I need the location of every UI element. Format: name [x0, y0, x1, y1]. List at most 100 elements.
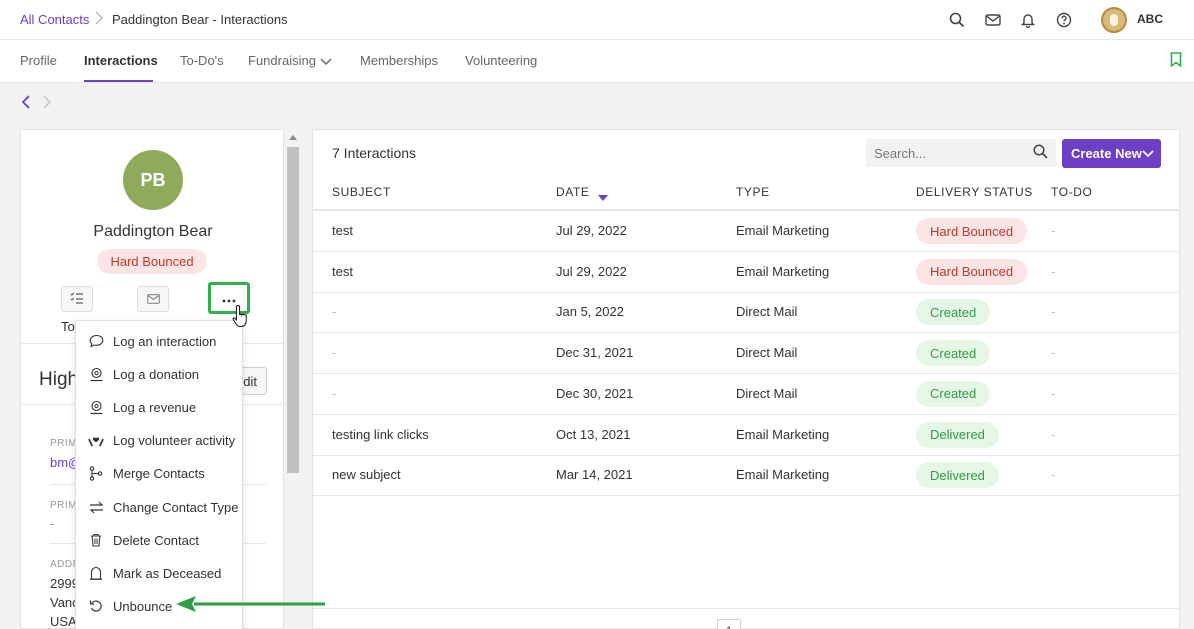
tab-memberships[interactable]: Memberships — [360, 53, 438, 68]
cell-subject: testing link clicks — [332, 426, 429, 442]
menu-item-label: Merge Contacts — [113, 465, 205, 481]
help-icon[interactable] — [1054, 10, 1074, 30]
cell-date: Mar 14, 2021 — [556, 467, 633, 483]
chevron-down-icon[interactable] — [320, 55, 332, 70]
tab-interactions[interactable]: Interactions — [84, 53, 158, 68]
column-header-date[interactable]: DATE — [556, 185, 590, 199]
breadcrumb-all-contacts[interactable]: All Contacts — [20, 12, 89, 27]
chevron-down-icon[interactable] — [1168, 10, 1178, 33]
cell-todo: - — [1051, 385, 1056, 401]
table-row[interactable]: - Dec 30, 2021 Direct Mail Created - — [313, 374, 1179, 415]
bell-icon[interactable] — [1018, 10, 1038, 30]
delivery-status-badge: Created — [916, 340, 991, 367]
menu-item-log-interaction[interactable]: Log an interaction — [76, 326, 244, 356]
volunteer-hands-icon — [88, 432, 104, 448]
menu-item-delete-contact[interactable]: Delete Contact — [76, 525, 244, 555]
table-row[interactable]: - Jan 5, 2022 Direct Mail Created - — [313, 292, 1179, 334]
column-header-subject[interactable]: SUBJECT — [332, 185, 391, 199]
cell-type: Email Marketing — [736, 467, 830, 483]
menu-item-label: Mark as Deceased — [113, 565, 222, 581]
breadcrumb-chevron-icon — [95, 11, 103, 28]
search-icon[interactable] — [1033, 144, 1048, 162]
contact-name: Paddington Bear — [93, 223, 213, 240]
menu-item-label: Log a donation — [113, 366, 200, 382]
create-new-label: Create New — [1071, 146, 1142, 161]
org-name[interactable]: ABC — [1137, 12, 1163, 26]
menu-item-log-donation[interactable]: Log a donation — [76, 359, 244, 389]
cell-date: Dec 30, 2021 — [556, 385, 634, 401]
tab-fundraising[interactable]: Fundraising — [248, 53, 316, 68]
table-row[interactable]: test Jul 29, 2022 Email Marketing Hard Boun… — [313, 252, 1179, 293]
cell-todo: - — [1051, 467, 1056, 483]
annotation-arrow-icon — [170, 594, 330, 617]
tab-todos[interactable]: To-Do's — [180, 53, 224, 68]
chevron-down-icon — [1142, 147, 1154, 162]
table-row[interactable]: test Jul 29, 2022 Email Marketing Hard Boun… — [313, 211, 1179, 252]
cell-type: Direct Mail — [736, 304, 798, 320]
scrollbar-thumb[interactable] — [287, 147, 299, 473]
org-avatar[interactable] — [1101, 7, 1127, 33]
contact-tabs: Profile Interactions To-Do's Fundraising… — [0, 40, 1194, 83]
menu-item-mark-deceased[interactable]: Mark as Deceased — [76, 558, 244, 588]
mail-icon[interactable] — [983, 10, 1003, 30]
column-header-todo[interactable]: TO-DO — [1051, 185, 1092, 199]
tab-volunteering[interactable]: Volunteering — [465, 53, 537, 68]
cell-todo: - — [1051, 223, 1056, 238]
menu-item-log-volunteer-activity[interactable]: Log volunteer activity — [76, 425, 244, 455]
revenue-icon — [88, 399, 104, 415]
forward-arrow-icon[interactable] — [43, 95, 52, 109]
add-todo-button[interactable] — [61, 286, 93, 312]
current-page[interactable]: 1 — [717, 619, 741, 629]
menu-item-label: Change Contact Type — [113, 499, 239, 515]
address-line-3: USA — [50, 614, 77, 629]
menu-item-change-contact-type[interactable]: Change Contact Type — [76, 492, 244, 522]
undo-icon — [88, 598, 104, 614]
breadcrumb-current: Paddington Bear - Interactions — [112, 12, 288, 27]
create-new-button[interactable]: Create New — [1062, 139, 1161, 168]
menu-item-label: Unbounce — [113, 598, 173, 614]
sort-desc-icon[interactable] — [598, 189, 608, 204]
search-input[interactable] — [866, 139, 1056, 167]
pagination: 1 — [313, 608, 1179, 629]
cell-type: Email Marketing — [736, 223, 830, 238]
search-icon[interactable] — [947, 10, 967, 30]
bookmark-icon[interactable] — [1170, 52, 1182, 70]
donation-icon — [88, 366, 104, 382]
contact-status-badge: Hard Bounced — [97, 249, 207, 274]
active-tab-indicator — [84, 80, 153, 82]
table-row[interactable]: new subject Mar 14, 2021 Email Marketing De… — [313, 455, 1179, 497]
trash-icon — [88, 532, 104, 548]
menu-item-log-revenue[interactable]: Log a revenue — [76, 392, 244, 422]
menu-item-label: Log volunteer activity — [113, 432, 236, 448]
cell-subject: - — [332, 345, 337, 361]
scroll-up-icon[interactable] — [289, 135, 297, 140]
column-header-type[interactable]: TYPE — [736, 185, 770, 199]
column-header-delivery-status[interactable]: DELIVERY STATUS — [916, 185, 1033, 199]
primary-phone-label: PRIM — [50, 500, 77, 511]
cell-type: Direct Mail — [736, 385, 798, 401]
left-panel-scrollbar[interactable] — [286, 129, 300, 629]
send-email-button[interactable] — [137, 286, 169, 312]
cell-date: Jul 29, 2022 — [556, 223, 627, 238]
table-row[interactable]: - Dec 31, 2021 Direct Mail Created - — [313, 333, 1179, 375]
highlights-title: High — [39, 369, 79, 390]
cell-type: Email Marketing — [736, 263, 830, 279]
menu-item-merge-contacts[interactable]: Merge Contacts — [76, 458, 244, 488]
table-row[interactable]: testing link clicks Oct 13, 2021 Email Mar… — [313, 415, 1179, 456]
edit-label: dit — [243, 373, 257, 389]
cell-subject: - — [332, 304, 337, 320]
tab-profile[interactable]: Profile — [20, 53, 57, 68]
cell-todo: - — [1051, 345, 1056, 361]
primary-email-label: PRIM — [50, 438, 77, 449]
headstone-icon — [88, 565, 104, 581]
cell-subject: test — [332, 223, 353, 238]
delivery-status-badge: Hard Bounced — [916, 258, 1028, 285]
cell-todo: - — [1051, 263, 1056, 279]
back-arrow-icon[interactable] — [21, 95, 30, 109]
swap-arrows-icon — [88, 499, 104, 515]
contact-avatar: PB — [123, 150, 183, 210]
todo-action-label: To — [61, 319, 75, 334]
delivery-status-badge: Created — [916, 380, 991, 407]
mail-icon — [146, 292, 160, 307]
top-header: All Contacts Paddington Bear - Interacti… — [0, 0, 1194, 40]
